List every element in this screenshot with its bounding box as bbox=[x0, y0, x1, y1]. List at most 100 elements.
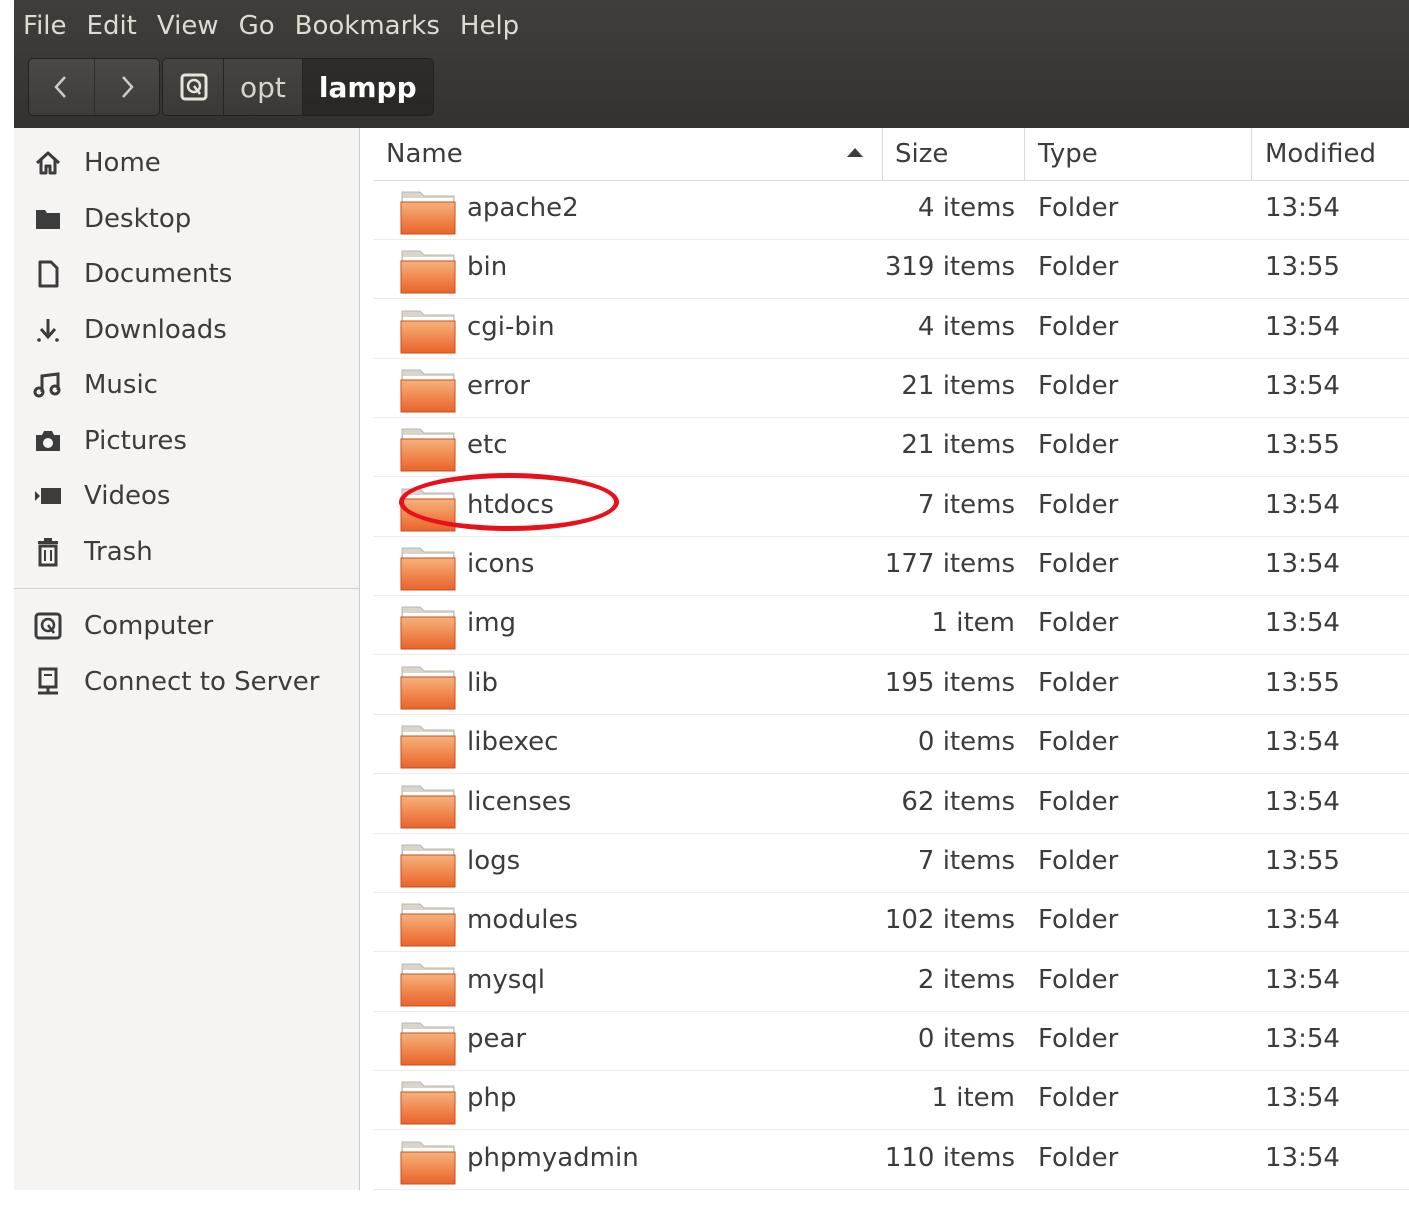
file-type: Folder bbox=[1038, 252, 1119, 283]
file-name: modules bbox=[467, 905, 578, 936]
menubar: File Edit View Go Bookmarks Help bbox=[14, 0, 1409, 52]
path-crumb-lampp[interactable]: lampp bbox=[301, 59, 433, 115]
column-header-modified[interactable]: Modified bbox=[1265, 128, 1405, 180]
desktop-icon bbox=[32, 207, 64, 231]
file-type: Folder bbox=[1038, 1023, 1119, 1054]
back-button[interactable] bbox=[29, 59, 94, 115]
file-name: php bbox=[467, 1083, 517, 1114]
column-header-type[interactable]: Type bbox=[1038, 128, 1250, 180]
music-icon bbox=[32, 371, 64, 399]
file-row-lib[interactable]: lib 195 items Folder 13:55 bbox=[374, 655, 1409, 715]
file-name: mysql bbox=[467, 964, 545, 995]
file-modified: 13:54 bbox=[1265, 905, 1340, 936]
column-header-name[interactable]: Name bbox=[386, 128, 882, 180]
folder-icon bbox=[400, 188, 456, 236]
path-bar: opt lampp bbox=[162, 58, 434, 116]
file-row-modules[interactable]: modules 102 items Folder 13:54 bbox=[374, 892, 1409, 953]
file-list-view: Name Size Type Modified apache2 4 items Fo… bbox=[374, 128, 1409, 1196]
sidebar-item-label: Home bbox=[84, 148, 161, 178]
file-row-php[interactable]: php 1 item Folder 13:54 bbox=[374, 1070, 1409, 1131]
sidebar-item-label: Connect to Server bbox=[84, 667, 320, 697]
folder-icon bbox=[400, 841, 456, 889]
folder-icon bbox=[400, 663, 456, 711]
sidebar-divider bbox=[14, 588, 359, 589]
menu-view[interactable]: View bbox=[147, 0, 229, 52]
file-name: error bbox=[467, 371, 530, 402]
forward-button[interactable] bbox=[93, 59, 160, 115]
file-size: 195 items bbox=[884, 667, 1015, 698]
file-row-img[interactable]: img 1 item Folder 13:54 bbox=[374, 595, 1409, 656]
header-bar: File Edit View Go Bookmarks Help opt lam… bbox=[14, 0, 1409, 128]
download-icon bbox=[32, 316, 64, 344]
file-size: 110 items bbox=[884, 1142, 1015, 1173]
file-modified: 13:54 bbox=[1265, 964, 1340, 995]
file-size: 1 item bbox=[931, 608, 1015, 639]
file-row-bin[interactable]: bin 319 items Folder 13:55 bbox=[374, 239, 1409, 300]
sidebar-item-home[interactable]: Home bbox=[14, 138, 360, 188]
sidebar-item-pictures[interactable]: Pictures bbox=[14, 416, 360, 466]
file-modified: 13:55 bbox=[1265, 845, 1340, 876]
file-name: apache2 bbox=[467, 193, 579, 223]
menu-help[interactable]: Help bbox=[450, 0, 529, 52]
folder-icon bbox=[400, 544, 456, 592]
file-row-error[interactable]: error 21 items Folder 13:54 bbox=[374, 358, 1409, 419]
menu-edit[interactable]: Edit bbox=[77, 0, 147, 52]
folder-icon bbox=[400, 1078, 456, 1126]
file-row-phpmyadmin[interactable]: phpmyadmin 110 items Folder 13:54 bbox=[374, 1130, 1409, 1190]
drive-icon bbox=[180, 73, 208, 101]
drive-icon bbox=[32, 612, 64, 640]
sidebar-item-computer[interactable]: Computer bbox=[14, 601, 360, 651]
path-root-button[interactable] bbox=[163, 59, 223, 115]
file-row-licenses[interactable]: licenses 62 items Folder 13:54 bbox=[374, 774, 1409, 834]
column-header-size[interactable]: Size bbox=[895, 128, 1023, 180]
file-size: 62 items bbox=[901, 786, 1015, 817]
file-type: Folder bbox=[1038, 193, 1119, 223]
column-divider bbox=[882, 128, 883, 180]
folder-icon bbox=[400, 960, 456, 1008]
sidebar-item-connect-to-server[interactable]: Connect to Server bbox=[14, 657, 360, 707]
file-row-icons[interactable]: icons 177 items Folder 13:54 bbox=[374, 536, 1409, 597]
file-name: phpmyadmin bbox=[467, 1142, 639, 1173]
sidebar-item-label: Computer bbox=[84, 611, 214, 641]
file-type: Folder bbox=[1038, 489, 1119, 520]
sidebar-item-trash[interactable]: Trash bbox=[14, 527, 360, 577]
home-icon bbox=[32, 150, 64, 176]
file-row-logs[interactable]: logs 7 items Folder 13:55 bbox=[374, 833, 1409, 893]
path-crumb-opt[interactable]: opt bbox=[223, 59, 302, 115]
file-row-cgi-bin[interactable]: cgi-bin 4 items Folder 13:54 bbox=[374, 299, 1409, 359]
menu-go[interactable]: Go bbox=[229, 0, 285, 52]
file-modified: 13:54 bbox=[1265, 786, 1340, 817]
server-icon bbox=[32, 667, 64, 697]
file-size: 102 items bbox=[884, 905, 1015, 936]
file-type: Folder bbox=[1038, 786, 1119, 817]
file-row-mysql[interactable]: mysql 2 items Folder 13:54 bbox=[374, 952, 1409, 1012]
file-row-etc[interactable]: etc 21 items Folder 13:55 bbox=[374, 417, 1409, 478]
file-modified: 13:55 bbox=[1265, 667, 1340, 698]
sidebar-item-label: Desktop bbox=[84, 204, 192, 234]
file-type: Folder bbox=[1038, 1083, 1119, 1114]
file-modified: 13:55 bbox=[1265, 430, 1340, 461]
file-row-apache2[interactable]: apache2 4 items Folder 13:54 bbox=[374, 180, 1409, 240]
file-type: Folder bbox=[1038, 608, 1119, 639]
sidebar-item-downloads[interactable]: Downloads bbox=[14, 305, 360, 355]
sidebar-item-music[interactable]: Music bbox=[14, 360, 360, 410]
file-modified: 13:54 bbox=[1265, 489, 1340, 520]
file-type: Folder bbox=[1038, 667, 1119, 698]
sidebar-item-documents[interactable]: Documents bbox=[14, 249, 360, 299]
sidebar-item-desktop[interactable]: Desktop bbox=[14, 194, 360, 244]
file-size: 177 items bbox=[884, 549, 1015, 580]
file-size: 319 items bbox=[884, 252, 1015, 283]
file-name: licenses bbox=[467, 786, 572, 817]
file-row-pear[interactable]: pear 0 items Folder 13:54 bbox=[374, 1011, 1409, 1071]
menu-file[interactable]: File bbox=[14, 0, 77, 52]
navigation-buttons bbox=[28, 58, 160, 116]
folder-icon bbox=[400, 1138, 456, 1186]
menu-bookmarks[interactable]: Bookmarks bbox=[285, 0, 450, 52]
file-modified: 13:54 bbox=[1265, 1083, 1340, 1114]
file-name: etc bbox=[467, 430, 508, 461]
folder-icon bbox=[400, 1019, 456, 1067]
file-type: Folder bbox=[1038, 845, 1119, 876]
column-header-row: Name Size Type Modified bbox=[374, 128, 1409, 181]
file-row-libexec[interactable]: libexec 0 items Folder 13:54 bbox=[374, 714, 1409, 775]
sidebar-item-videos[interactable]: Videos bbox=[14, 471, 360, 521]
